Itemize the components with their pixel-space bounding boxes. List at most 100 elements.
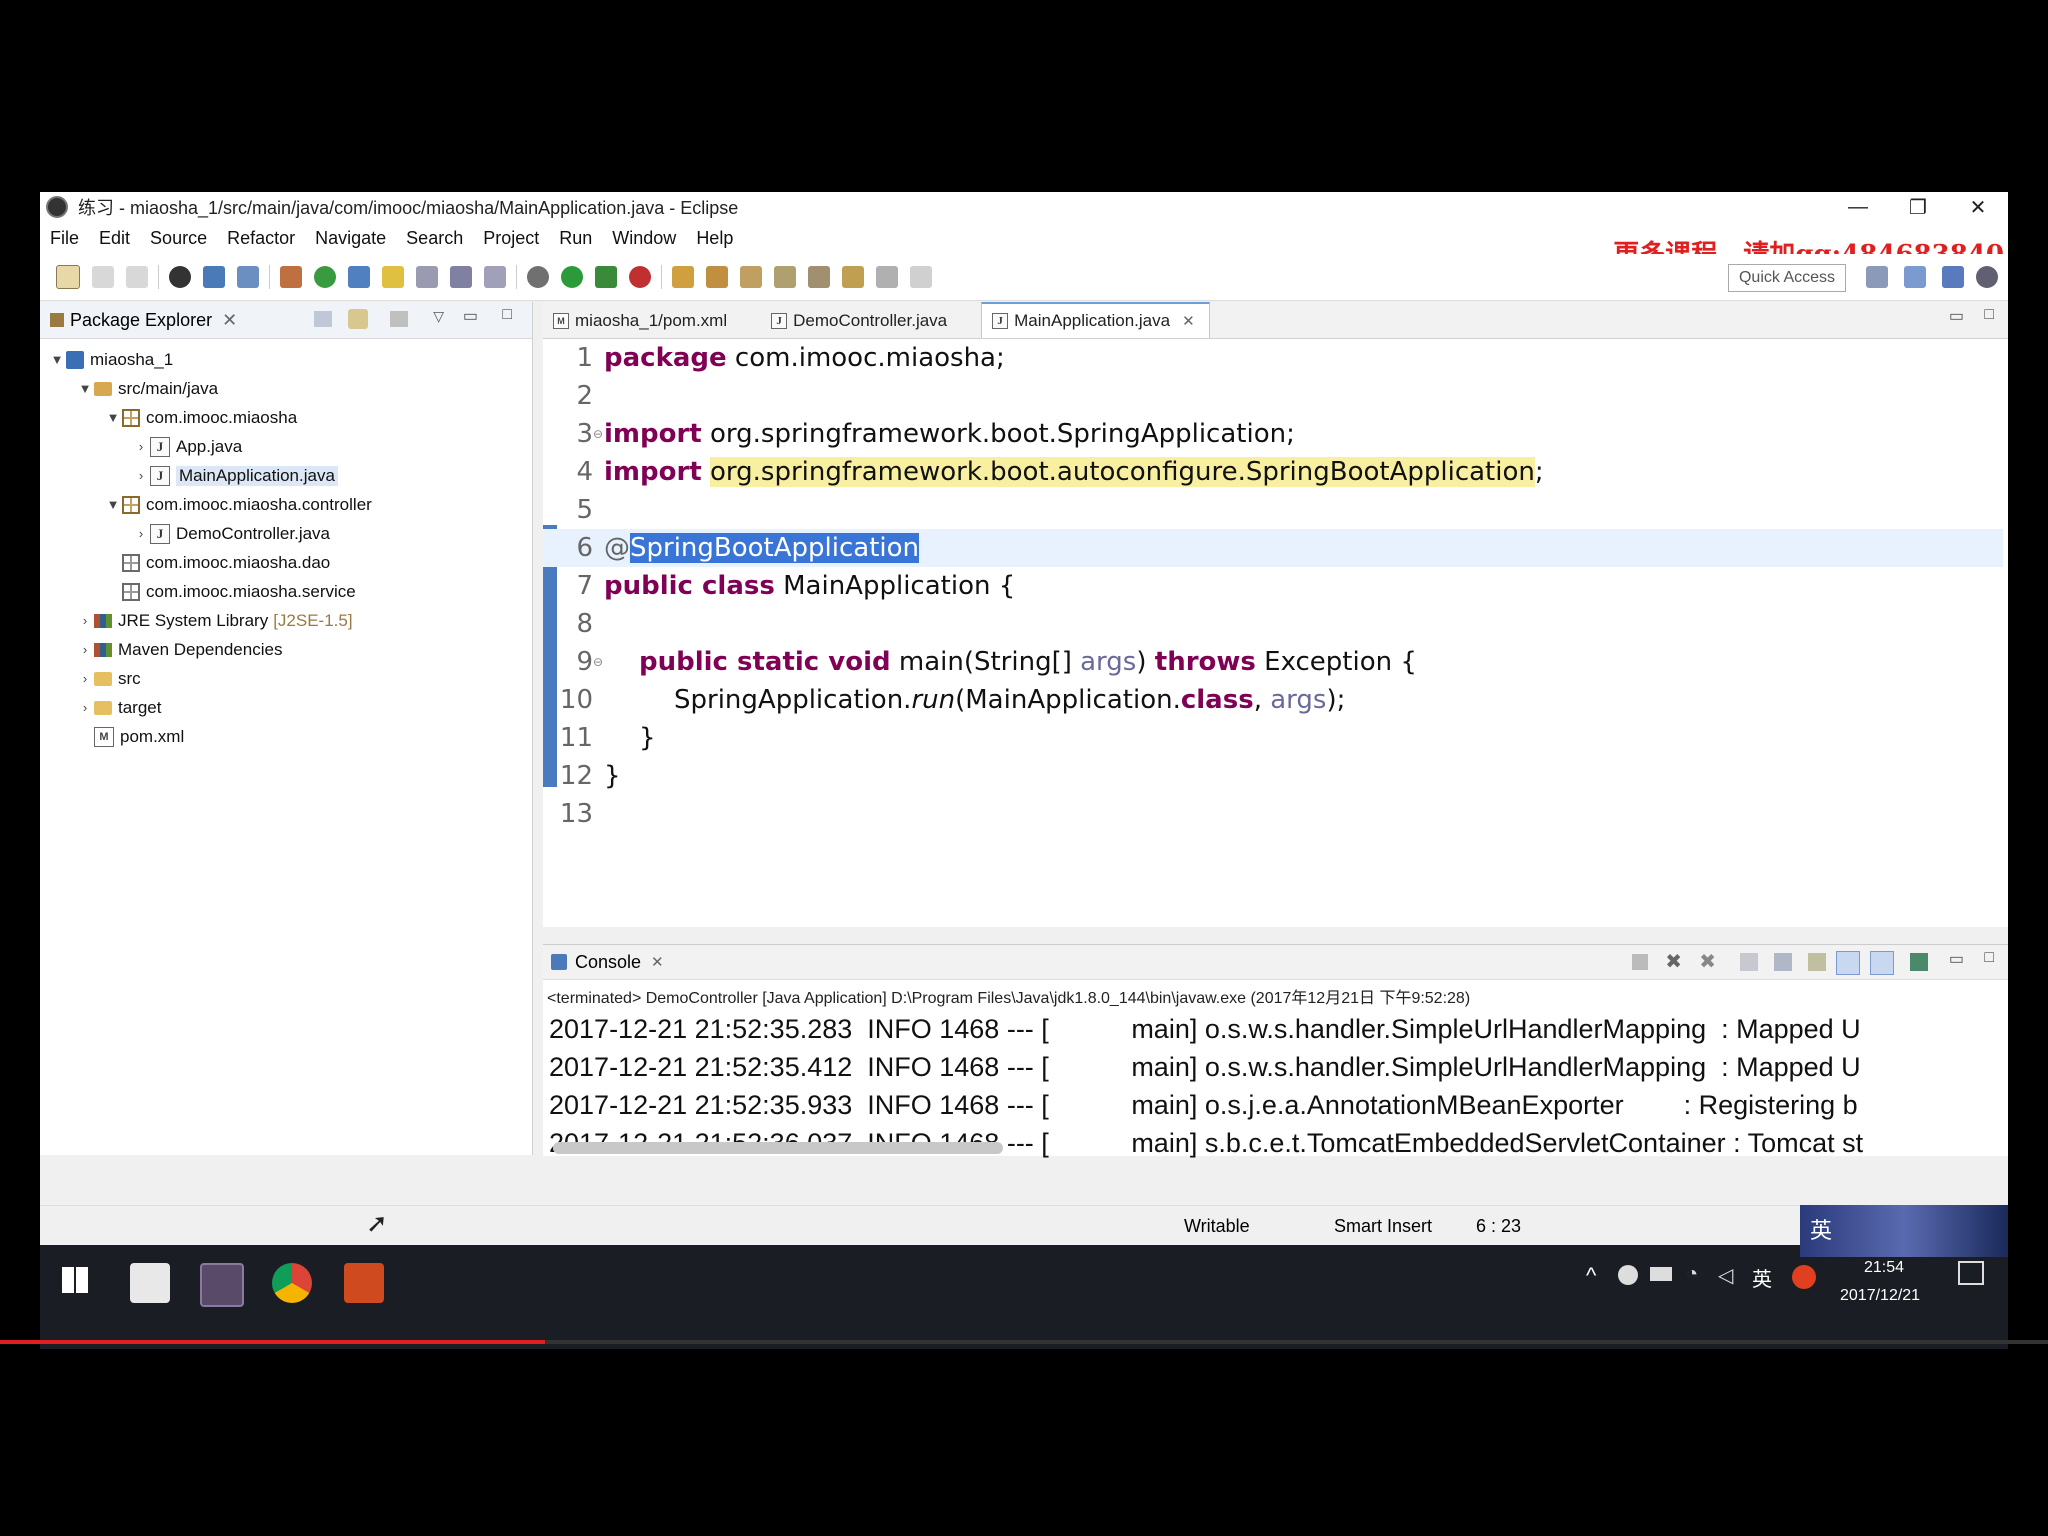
wifi-tray-icon[interactable]: ◔ xyxy=(1686,1263,1698,1286)
remove-launch-icon[interactable]: ✖ xyxy=(1665,949,1682,974)
restore-button[interactable]: ❐ xyxy=(1888,192,1948,222)
word-wrap-icon[interactable] xyxy=(1808,953,1826,971)
menu-edit[interactable]: Edit xyxy=(89,228,140,249)
console-output[interactable]: 2017-12-21 21:52:35.283 INFO 1468 --- [ … xyxy=(543,1010,2008,1162)
terminate-icon[interactable] xyxy=(1632,954,1648,970)
block-select-icon[interactable] xyxy=(450,266,472,288)
menu-refactor[interactable]: Refactor xyxy=(217,228,305,249)
console-view-icon[interactable] xyxy=(203,266,225,288)
tray-chevron-icon[interactable]: ^ xyxy=(1586,1263,1596,1289)
expanded-chevron-icon[interactable]: ▼ xyxy=(104,497,122,512)
java-perspective-icon[interactable] xyxy=(1942,266,1964,288)
expanded-chevron-icon[interactable]: ▼ xyxy=(48,352,66,367)
tray-ime-indicator[interactable]: 英 xyxy=(1752,1263,1772,1292)
profile-icon[interactable] xyxy=(169,266,191,288)
ime-indicator[interactable]: 英 xyxy=(1810,1213,1832,1245)
collapsed-chevron-icon[interactable]: › xyxy=(132,526,150,541)
open-folder-icon[interactable] xyxy=(672,266,694,288)
tree-item-jre-library[interactable]: › JRE System Library [J2SE-1.5] xyxy=(40,606,532,635)
open-project-icon[interactable] xyxy=(706,266,728,288)
menu-navigate[interactable]: Navigate xyxy=(305,228,396,249)
console-horizontal-scrollbar[interactable] xyxy=(553,1142,1003,1154)
link-with-editor-icon[interactable] xyxy=(348,309,368,329)
tree-item-app-java[interactable]: › J App.java xyxy=(40,432,532,461)
minimize-editor-icon[interactable]: ▭ xyxy=(1949,306,1964,326)
expanded-chevron-icon[interactable]: ▼ xyxy=(104,410,122,425)
clock-time[interactable]: 21:54 xyxy=(1864,1259,1904,1277)
close-console-icon[interactable]: ✕ xyxy=(651,953,664,971)
back-icon[interactable] xyxy=(876,266,898,288)
scroll-lock-icon[interactable] xyxy=(1774,953,1792,971)
open-type-icon[interactable] xyxy=(348,266,370,288)
remove-all-launches-icon[interactable]: ✖ xyxy=(1699,949,1716,974)
pin-console-icon[interactable] xyxy=(1910,953,1928,971)
run-external-icon[interactable] xyxy=(595,266,617,288)
menu-project[interactable]: Project xyxy=(473,228,549,249)
eclipse-taskbar-icon[interactable] xyxy=(200,1263,244,1307)
code-area[interactable]: 1 package com.imooc.miaosha; 2 3 ⊖ impor… xyxy=(543,339,2008,899)
tree-item-pom-xml[interactable]: M pom.xml xyxy=(40,722,532,751)
menu-window[interactable]: Window xyxy=(602,228,686,249)
forward-icon[interactable] xyxy=(910,266,932,288)
sogou-tray-icon[interactable] xyxy=(1792,1265,1816,1289)
tab-pom-xml[interactable]: M miaosha_1/pom.xml xyxy=(543,304,741,338)
close-tab-icon[interactable]: ✕ xyxy=(1182,312,1195,330)
fold-icon[interactable]: ⊖ xyxy=(593,655,603,669)
collapsed-chevron-icon[interactable]: › xyxy=(76,642,94,657)
menu-source[interactable]: Source xyxy=(140,228,217,249)
tree-item-mainapplication-java[interactable]: › J MainApplication.java xyxy=(40,461,532,490)
new-package-icon[interactable] xyxy=(280,266,302,288)
menu-run[interactable]: Run xyxy=(549,228,602,249)
java-ee-perspective-icon[interactable] xyxy=(1904,266,1926,288)
close-button[interactable]: ✕ xyxy=(1948,192,2008,222)
tab-package-explorer[interactable]: Package Explorer ✕ xyxy=(50,310,237,331)
video-progress-track[interactable] xyxy=(0,1340,2048,1344)
clear-console-icon[interactable] xyxy=(1740,953,1758,971)
tree-item-package-controller[interactable]: ▼ com.imooc.miaosha.controller xyxy=(40,490,532,519)
collapse-all-icon[interactable] xyxy=(314,311,332,327)
save-icon[interactable] xyxy=(92,266,114,288)
collapsed-chevron-icon[interactable]: › xyxy=(76,671,94,686)
quick-access-input[interactable]: Quick Access xyxy=(1728,264,1846,292)
fold-icon[interactable]: ⊖ xyxy=(593,427,603,441)
maximize-view-icon[interactable]: □ xyxy=(502,306,512,324)
collapsed-chevron-icon[interactable]: › xyxy=(132,468,150,483)
coverage-icon[interactable] xyxy=(629,266,651,288)
debug-perspective-icon[interactable] xyxy=(1976,266,1998,288)
new-class-icon[interactable] xyxy=(314,266,336,288)
notifications-icon[interactable] xyxy=(1958,1261,1984,1285)
run-icon[interactable] xyxy=(561,266,583,288)
show-on-stdout-icon[interactable] xyxy=(1836,951,1860,975)
tab-console[interactable]: Console xyxy=(575,952,641,973)
minimize-console-icon[interactable]: ▭ xyxy=(1949,949,1964,969)
windows-start-icon[interactable] xyxy=(62,1267,88,1293)
minimize-view-icon[interactable]: ▭ xyxy=(463,306,478,326)
tree-item-project[interactable]: ▼ miaosha_1 xyxy=(40,345,532,374)
prev-annotation-icon[interactable] xyxy=(808,266,830,288)
show-whitespace-icon[interactable] xyxy=(416,266,438,288)
editor-horizontal-scrollbar[interactable] xyxy=(613,907,1968,921)
maximize-editor-icon[interactable]: □ xyxy=(1984,306,1994,324)
new-icon[interactable] xyxy=(56,265,80,289)
skip-breakpoints-icon[interactable] xyxy=(237,266,259,288)
save-all-icon[interactable] xyxy=(126,266,148,288)
volume-tray-icon[interactable]: ◁ xyxy=(1718,1263,1733,1288)
debug-icon[interactable] xyxy=(527,266,549,288)
annotation-icon[interactable] xyxy=(740,266,762,288)
open-perspective-icon[interactable] xyxy=(1866,266,1888,288)
powerpoint-taskbar-icon[interactable] xyxy=(344,1263,384,1303)
collapsed-chevron-icon[interactable]: › xyxy=(132,439,150,454)
clock-date[interactable]: 2017/12/21 xyxy=(1840,1287,1920,1305)
menu-help[interactable]: Help xyxy=(686,228,743,249)
minimize-button[interactable]: — xyxy=(1828,192,1888,222)
mark-occurrences-icon[interactable] xyxy=(382,266,404,288)
notepad-taskbar-icon[interactable] xyxy=(130,1263,170,1303)
view-filters-icon[interactable] xyxy=(390,311,408,327)
expanded-chevron-icon[interactable]: ▼ xyxy=(76,381,94,396)
next-annotation-icon[interactable] xyxy=(774,266,796,288)
show-on-stderr-icon[interactable] xyxy=(1870,951,1894,975)
close-view-icon[interactable]: ✕ xyxy=(222,310,237,331)
collapsed-chevron-icon[interactable]: › xyxy=(76,700,94,715)
tree-item-democontroller-java[interactable]: › J DemoController.java xyxy=(40,519,532,548)
tree-item-src[interactable]: › src xyxy=(40,664,532,693)
